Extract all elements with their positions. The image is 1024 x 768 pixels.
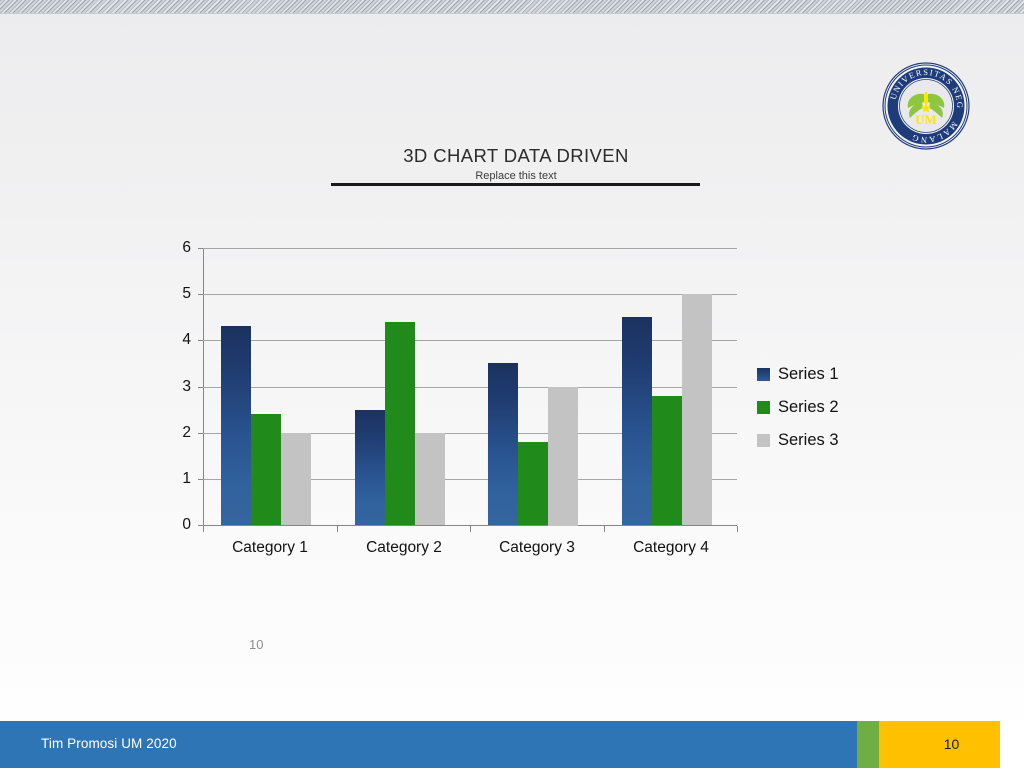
y-tick [198,387,203,388]
y-tick-label: 2 [182,424,191,441]
y-tick [198,433,203,434]
bar [682,294,712,525]
legend-color-swatch [757,434,770,447]
y-tick [198,479,203,480]
y-tick-label: 1 [182,470,191,487]
bar [385,322,415,525]
gridline [203,294,737,295]
gridline [203,340,737,341]
y-tick [198,294,203,295]
y-tick-label: 4 [182,331,191,348]
bar [622,317,652,525]
category-label: Category 2 [366,539,442,556]
y-tick [198,248,203,249]
x-tick [203,526,204,532]
y-axis-labels: 0 1 2 3 4 5 6 [165,0,191,768]
footer-blue-bar: Tim Promosi UM 2020 [0,721,857,768]
legend-item[interactable]: Series 1 [757,358,839,391]
bar [488,363,518,525]
x-tick [470,526,471,532]
legend-color-swatch [757,401,770,414]
x-tick [604,526,605,532]
slide-footer: Tim Promosi UM 2020 10 [0,721,1024,768]
bar [548,387,578,526]
y-tick-label: 5 [182,285,191,302]
body-slide-number: 10 [249,637,264,652]
bar [251,414,281,525]
bar [221,326,251,525]
bar [652,396,682,525]
legend-color-swatch [757,368,770,381]
x-tick [737,526,738,532]
footer-green-divider [857,721,879,768]
category-label: Category 1 [232,539,308,556]
legend-label: Series 2 [778,398,839,417]
bar [415,433,445,525]
y-tick-label: 6 [182,239,191,256]
bar [281,433,311,525]
category-label: Category 4 [633,539,709,556]
bar [355,410,385,525]
y-tick [198,340,203,341]
y-tick-label: 3 [182,378,191,395]
legend-item[interactable]: Series 2 [757,391,839,424]
legend-item[interactable]: Series 3 [757,424,839,457]
legend-label: Series 1 [778,365,839,384]
footer-right-gap [1000,721,1024,768]
legend-label: Series 3 [778,431,839,450]
slide-canvas: UNIVERSITAS NEGERI MALANG UM 3D CHART DA… [0,0,1024,768]
category-label: Category 3 [499,539,575,556]
gridline [203,248,737,249]
chart-legend: Series 1 Series 2 Series 3 [757,358,839,457]
y-tick-label: 0 [182,516,191,533]
gridline [203,387,737,388]
bar [518,442,548,525]
footer-text: Tim Promosi UM 2020 [41,736,177,751]
bar-chart: 0 1 2 3 4 5 6 Category 1 Category 2 Category 3 Ca… [0,0,1024,768]
x-tick [337,526,338,532]
